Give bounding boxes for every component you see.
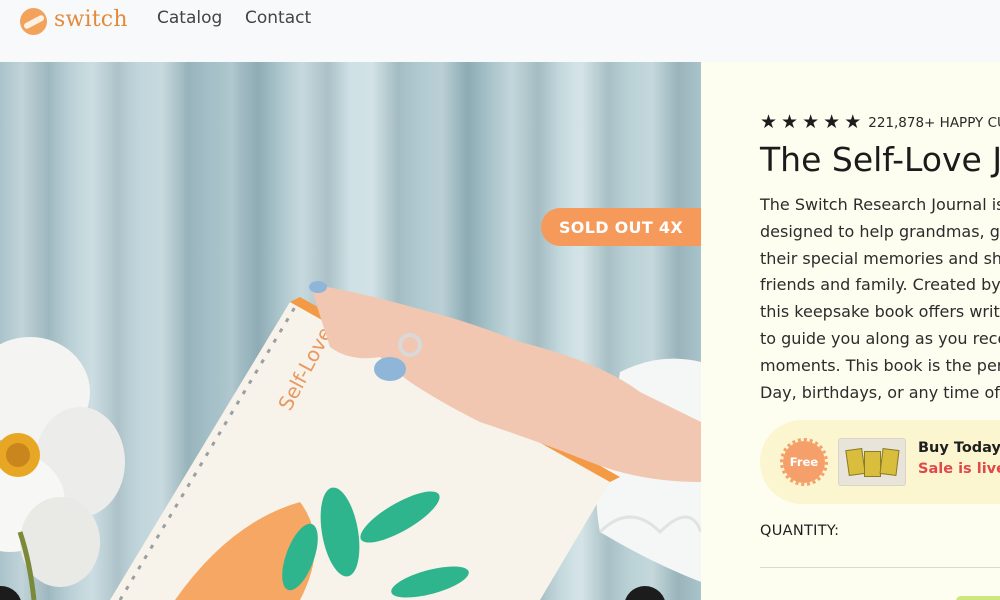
description-line: their special memories and sha [760,248,1000,268]
description-line: Day, birthdays, or any time of y [760,382,1000,402]
star-icon: ★ [760,111,778,133]
quantity-label: QUANTITY: [760,523,840,539]
happy-customers-count: 221,878+ HAPPY CU [868,114,1000,131]
description-line: designed to help grandmas, gr [760,221,1000,241]
star-icon: ★ [781,111,799,133]
site-header: switch Catalog Contact [0,0,1000,62]
book-icon [879,448,900,476]
logo-text: switch [54,7,128,32]
product-title: The Self-Love J [760,140,1000,179]
promo-banner[interactable]: Free Buy Today T Sale is live! [760,420,1000,504]
promo-books-thumbnail [838,438,906,486]
white-flower [0,337,125,600]
description-line: friends and family. Created by [760,275,1000,295]
book-icon [864,451,881,477]
book-icon [845,447,866,477]
description-line: moments. This book is the per [760,355,1000,375]
rating-row: ★ ★ ★ ★ ★ 221,878+ HAPPY CU [760,113,1000,132]
star-icon: ★ [823,111,841,133]
divider [760,567,1000,568]
sold-out-badge: SOLD OUT 4X [541,208,701,246]
hero-illustration: Self-Love [0,281,701,600]
promo-subtitle: Sale is live! [918,461,1000,477]
product-description: The Switch Research Journal is designed … [760,192,1000,406]
free-badge: Free [780,438,828,486]
description-line: this keepsake book offers writi [760,302,1000,322]
description-line: The Switch Research Journal is [760,195,1000,214]
product-hero-image: Self-Love SOLD OUT 4X [0,62,701,600]
switch-logo-icon [20,8,47,35]
add-to-cart-button[interactable] [956,596,1000,600]
promo-title: Buy Today T [918,440,1000,456]
product-info-panel: ★ ★ ★ ★ ★ 221,878+ HAPPY CU The Self-Lov… [701,62,1000,600]
star-icon: ★ [844,111,862,133]
description-line: to guide you along as you reco [760,328,1000,348]
nav-contact-link[interactable]: Contact [245,8,311,28]
star-icon: ★ [802,111,820,133]
site-logo[interactable]: switch [20,4,128,35]
nav-catalog-link[interactable]: Catalog [157,8,222,28]
